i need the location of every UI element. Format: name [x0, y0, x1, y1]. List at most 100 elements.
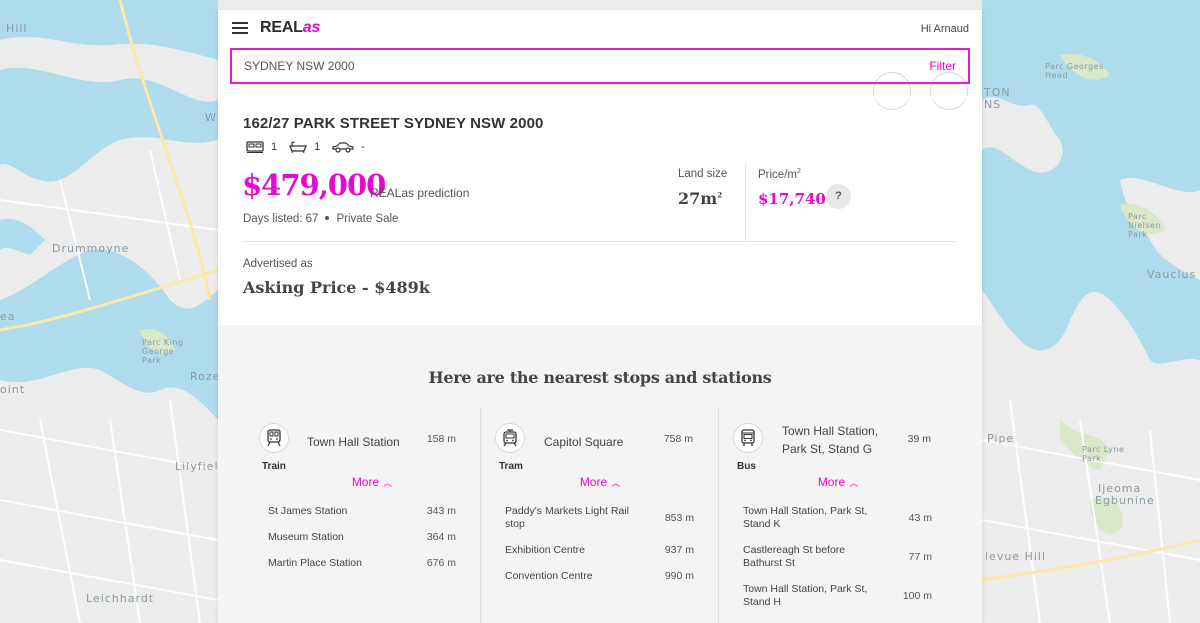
- ppm-label-sup: 2: [796, 168, 801, 175]
- stops-title: Here are the nearest stops and stations: [428, 368, 772, 387]
- logo-main: REAL: [260, 19, 303, 36]
- stop-name: Martin Place Station: [268, 557, 362, 569]
- user-greeting[interactable]: Hi Arnaud: [921, 23, 969, 35]
- bedrooms-count: 1: [271, 141, 278, 153]
- list-item: Paddy's Markets Light Rail stop 853 m: [505, 505, 694, 531]
- list-item: Town Hall Station, Park St, Stand H 100 m: [743, 583, 932, 609]
- vertical-divider: [745, 162, 746, 241]
- stop-name: St James Station: [268, 505, 348, 517]
- map-label-ns: NS: [984, 98, 1002, 111]
- stop-distance: 100 m: [902, 589, 932, 602]
- stop-name: Town Hall Station, Park St, Stand K: [743, 505, 868, 530]
- stop-distance: 990 m: [664, 570, 694, 582]
- nearest-stop-name: Town Hall Station: [307, 435, 400, 449]
- map-label-leichhardt: Leichhardt: [86, 592, 155, 605]
- nearest-stop-name: Town Hall Station, Park St, Stand G: [782, 424, 879, 456]
- map-label-lilyfield: Lilyfiel: [175, 460, 219, 473]
- tram-icon-graphic: [503, 429, 517, 447]
- stop-distance: 364 m: [426, 531, 456, 543]
- bus-icon-graphic: [741, 429, 755, 446]
- stop-distance: 937 m: [664, 544, 694, 556]
- more-stops-list: St James Station 343 m Museum Station 364 …: [268, 505, 456, 583]
- nearest-stop-distance: 39 m: [907, 433, 931, 445]
- nearest-stop-name: Capitol Square: [544, 435, 624, 449]
- bus-icon: [733, 423, 763, 453]
- advertised-value: Asking Price - $489k: [243, 278, 430, 297]
- map-label-oint: oint: [0, 383, 26, 396]
- top-bar: REALas Hi Arnaud: [218, 10, 982, 46]
- listing-meta: Days listed: 67 Private Sale: [243, 213, 398, 225]
- stop-distance: 676 m: [426, 557, 456, 569]
- more-stops-list: Town Hall Station, Park St, Stand K 43 m …: [743, 505, 932, 622]
- tram-icon: [495, 423, 525, 453]
- stop-name: Museum Station: [268, 531, 344, 543]
- list-item: Convention Centre 990 m: [505, 570, 694, 583]
- map-label-hill: Hill: [6, 22, 28, 35]
- list-item: St James Station 343 m: [268, 505, 456, 518]
- price-per-m2-value: $17,740: [758, 190, 826, 208]
- logo-accent: as: [302, 19, 321, 36]
- stop-name: Town Hall Station, Park St, Stand H: [743, 583, 868, 608]
- advertised-label: Advertised as: [243, 258, 313, 270]
- map-label-parc-king: Parc King George Park: [142, 338, 184, 365]
- property-address: 162/27 PARK STREET SYDNEY NSW 2000: [243, 115, 544, 132]
- more-label: More: [579, 475, 608, 489]
- list-item: Museum Station 364 m: [268, 531, 456, 544]
- stop-distance: 77 m: [908, 550, 932, 563]
- search-input[interactable]: [244, 59, 930, 73]
- horizontal-divider: [243, 241, 956, 242]
- bed-icon: [246, 141, 264, 153]
- predicted-price: $479,000: [242, 168, 386, 202]
- hamburger-menu-icon[interactable]: [232, 22, 248, 34]
- stops-column-train: Train Town Hall Station 158 m More ︿ St J…: [253, 407, 491, 623]
- transport-mode: Bus: [737, 461, 756, 472]
- map-label-parc-georges: Parc Georges Head: [1045, 62, 1104, 80]
- filter-button[interactable]: Filter: [929, 59, 956, 73]
- stops-column-tram: Tram Capitol Square 758 m More ︿ Paddy's …: [480, 407, 718, 623]
- stop-name: Castlereagh St before Bathurst St: [743, 544, 846, 569]
- map-label-piper: Pipe: [987, 432, 1015, 445]
- more-toggle[interactable]: More ︿: [719, 475, 957, 489]
- separator-dot: [325, 216, 330, 220]
- stop-distance: 343 m: [426, 505, 456, 517]
- help-button[interactable]: ?: [826, 184, 851, 209]
- property-panel: REALas Hi Arnaud Filter 162/27 PARK STRE…: [218, 10, 982, 623]
- bedrooms-feature: 1: [246, 141, 277, 153]
- parking-feature: -: [332, 141, 365, 153]
- stops-column-bus: Bus Town Hall Station, Park St, Stand G …: [718, 407, 956, 623]
- more-stops-list: Paddy's Markets Light Rail stop 853 m Exh…: [505, 505, 694, 596]
- list-item: Castlereagh St before Bathurst St 77 m: [743, 544, 932, 570]
- parking-count: -: [361, 141, 365, 153]
- more-toggle[interactable]: More ︿: [253, 475, 491, 489]
- stop-name: Convention Centre: [505, 570, 593, 582]
- price-per-m2-label: Price/m2: [758, 168, 801, 181]
- more-label: More: [817, 475, 846, 489]
- stop-distance: 43 m: [908, 511, 932, 524]
- bath-icon: [289, 141, 308, 153]
- stop-name: Exhibition Centre: [505, 544, 585, 556]
- search-bar[interactable]: Filter: [230, 48, 970, 84]
- bathrooms-count: 1: [314, 141, 321, 153]
- map-label-bellevue: levue Hill: [985, 550, 1047, 563]
- stop-distance: 853 m: [664, 511, 694, 524]
- realas-logo[interactable]: REALas: [260, 19, 320, 37]
- map-label-parc-lyne: Parc Lyne Park: [1082, 445, 1125, 463]
- transport-mode: Tram: [499, 461, 523, 472]
- train-icon: [259, 423, 289, 453]
- ppm-label-text: Price/m: [758, 168, 797, 181]
- land-size-sup: 2: [717, 190, 723, 200]
- price-caption: REALas prediction: [370, 186, 470, 200]
- map-label-w: W: [205, 111, 217, 124]
- list-item: Martin Place Station 676 m: [268, 557, 456, 570]
- days-listed: Days listed: 67: [243, 213, 319, 225]
- bathrooms-feature: 1: [289, 141, 320, 153]
- chevron-up-icon: ︿: [849, 478, 859, 488]
- stop-name: Paddy's Markets Light Rail stop: [505, 505, 629, 530]
- land-size-label: Land size: [678, 168, 728, 180]
- map-label-ea: ea: [0, 310, 16, 323]
- list-item: Exhibition Centre 937 m: [505, 544, 694, 557]
- more-toggle[interactable]: More ︿: [481, 475, 719, 489]
- sale-type: Private Sale: [336, 213, 399, 225]
- train-icon-graphic: [267, 429, 281, 447]
- more-label: More: [351, 475, 380, 489]
